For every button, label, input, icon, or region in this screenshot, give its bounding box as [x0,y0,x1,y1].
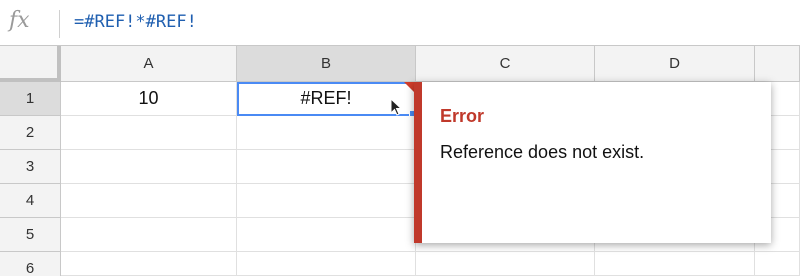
row-header-5[interactable]: 5 [0,218,61,252]
cell-a1[interactable]: 10 [61,82,237,116]
mouse-pointer-icon [390,98,403,116]
cell-a5[interactable] [61,218,237,252]
cell-b6[interactable] [237,252,416,276]
error-message: Reference does not exist. [440,142,645,162]
cell-b5[interactable] [237,218,416,252]
row-header-1[interactable]: 1 [0,82,61,116]
error-indicator-icon[interactable] [404,82,414,92]
row-header-4[interactable]: 4 [0,184,61,218]
column-header-d[interactable]: D [595,46,755,82]
error-title: Error [440,106,485,126]
cell-c6[interactable] [416,252,595,276]
row-header-3[interactable]: 3 [0,150,61,184]
formula-bar: fx =#REF!*#REF! [0,0,800,46]
cell-a3[interactable] [61,150,237,184]
column-header-b[interactable]: B [237,46,416,82]
cell-a6[interactable] [61,252,237,276]
formula-input[interactable]: =#REF!*#REF! [74,12,197,32]
formula-bar-divider [59,10,60,38]
cell-d6[interactable] [595,252,755,276]
column-header-a[interactable]: A [61,46,237,82]
row-header-6[interactable]: 6 [0,252,61,276]
cell-a4[interactable] [61,184,237,218]
cell-b4[interactable] [237,184,416,218]
column-header-c[interactable]: C [416,46,595,82]
fx-icon: fx [9,8,30,33]
column-header-next[interactable] [755,46,800,82]
cell-b2[interactable] [237,116,416,150]
row-header-2[interactable]: 2 [0,116,61,150]
cell-b3[interactable] [237,150,416,184]
cell-a2[interactable] [61,116,237,150]
cell-e6[interactable] [755,252,800,276]
error-tooltip: Error Reference does not exist. [414,82,771,243]
select-all-corner[interactable] [0,46,61,82]
